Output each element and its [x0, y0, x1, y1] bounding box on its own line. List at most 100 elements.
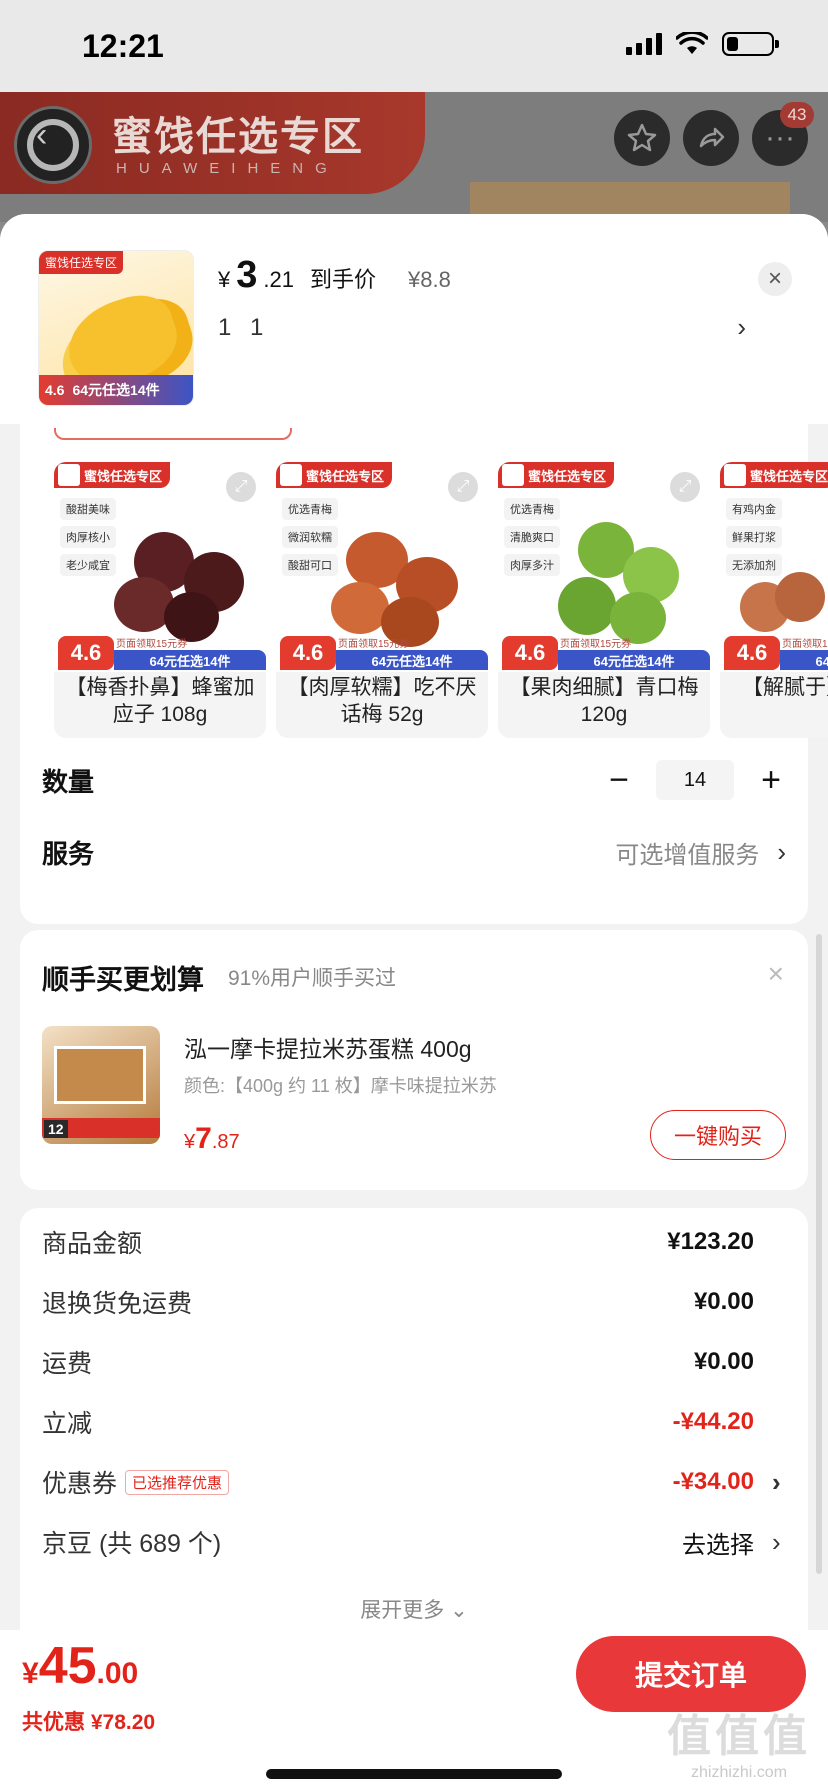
expand-icon[interactable]: ⤢	[226, 472, 256, 502]
increase-button[interactable]: +	[756, 761, 786, 800]
variant-tag: 蜜饯任选专区	[720, 462, 828, 488]
variant-tag: 蜜饯任选专区	[498, 462, 615, 488]
battery-icon	[722, 32, 779, 56]
banner-subtitle: HUAWEIHENG	[116, 160, 339, 177]
service-label: 服务	[42, 839, 95, 869]
service-row[interactable]: 服务 可选增值服务 ›	[42, 834, 786, 871]
chevron-right-icon: ›	[772, 1526, 781, 1557]
share-button[interactable]	[683, 110, 739, 166]
price-integer: 3	[236, 254, 258, 296]
thumbnail-tag: 蜜饯任选专区	[39, 251, 124, 274]
one-click-buy-button[interactable]: 一键购买	[650, 1110, 786, 1160]
coupon-badge: 已选推荐优惠	[125, 1469, 230, 1495]
variant-feature: 优选青梅	[504, 498, 560, 520]
expand-more-button[interactable]: 展开更多 ⌄	[20, 1594, 808, 1624]
thumbnail-score: 4.6	[45, 382, 65, 398]
summary-value: 去选择 ›	[682, 1525, 786, 1560]
variant-name: 【肉厚软糯】吃不厌话梅 52g	[287, 676, 477, 726]
chevron-right-icon[interactable]: ›	[737, 312, 746, 343]
upsell-thumbnail[interactable]: 12	[42, 1026, 160, 1144]
summary-label: 优惠券 已选推荐优惠	[42, 1464, 230, 1500]
summary-row: 退换货免运费 ¥0.00	[42, 1282, 786, 1322]
total-price: ¥ 45 .00	[22, 1637, 139, 1695]
more-button[interactable]: ··· 43	[752, 102, 814, 166]
close-icon[interactable]: ×	[768, 958, 784, 990]
summary-row: 立减 -¥44.20	[42, 1402, 786, 1442]
variant-card[interactable]: 蜜饯任选专区 有鸡内金 鲜果打浆 无添加剂 页面领取15元券 4.6 64元任选…	[720, 462, 828, 738]
summary-value: -¥34.00 ›	[673, 1467, 786, 1498]
more-icon: ···	[765, 121, 795, 154]
expand-icon[interactable]: ⤢	[448, 472, 478, 502]
variant-feature: 老少咸宜	[60, 554, 116, 576]
summary-value: ¥0.00	[693, 1348, 754, 1375]
summary-row: 商品金额 ¥123.20	[42, 1222, 786, 1262]
variant-rating: 页面领取15元券 4.6 64元任选14件	[276, 634, 488, 672]
variant-rating: 页面领取15元券 4.6 64元任选14件	[54, 634, 266, 672]
variant-card[interactable]: 蜜饯任选专区 优选青梅 微润软糯 酸甜可口 ⤢ 页面领取15元券 4.6 64元…	[276, 462, 488, 738]
quantity-label: 数量	[42, 766, 95, 797]
price-label: 到手价	[309, 267, 376, 292]
price-decimal: .21	[263, 267, 294, 292]
summary-row: 运费 ¥0.00	[42, 1342, 786, 1382]
variant-feature: 有鸡内金	[726, 498, 782, 520]
store-banner: ‹ 蜜饯任选专区 HUAWEIHENG ··· 43	[0, 92, 828, 222]
variant-card[interactable]: 蜜饯任选专区 酸甜美味 肉厚核小 老少咸宜 ⤢ 页面领取15元券 4.6 64元…	[54, 462, 266, 738]
signal-icon	[626, 33, 662, 55]
expand-icon[interactable]: ⤢	[670, 472, 700, 502]
price-line: ¥ 3 .21 到手价 ¥8.8	[218, 254, 451, 297]
original-price: ¥8.8	[408, 267, 451, 292]
chevron-right-icon: ›	[772, 1466, 781, 1497]
variant-rating: 页面领取15元券 4.6 64元任选14件	[498, 634, 710, 672]
battery-level	[727, 37, 738, 51]
product-thumbnail[interactable]: 蜜饯任选专区 4.6 64元任选14件	[38, 250, 194, 406]
status-icons	[626, 32, 779, 56]
variant-feature: 肉厚多汁	[504, 554, 560, 576]
variant-name: 【梅香扑鼻】蜂蜜加应子 108g	[65, 676, 255, 726]
banner-title: 蜜饯任选专区	[112, 115, 364, 159]
variant-feature: 鲜果打浆	[726, 526, 782, 548]
upsell-price: ¥ 7 .87	[184, 1122, 240, 1155]
upsell-thumb-count: 12	[44, 1120, 68, 1138]
variant-feature: 酸甜美味	[60, 498, 116, 520]
variant-card[interactable]: 蜜饯任选专区 优选青梅 清脆爽口 肉厚多汁 ⤢ 页面领取15元券 4.6 64元…	[498, 462, 710, 738]
home-indicator[interactable]	[266, 1769, 562, 1779]
watermark: 值值值 zhizhizhi.com	[667, 1712, 811, 1781]
variant-name: 【解腻于】金山楂	[742, 676, 828, 699]
summary-label: 运费	[42, 1350, 93, 1378]
variant-rating: 页面领取15元券 4.6 64元任选14件	[720, 634, 828, 672]
summary-label: 京豆 (共 689 个)	[42, 1530, 222, 1558]
thumbnail-rating: 4.6 64元任选14件	[39, 375, 193, 405]
decrease-button[interactable]: −	[604, 761, 634, 800]
summary-label: 退换货免运费	[42, 1290, 193, 1318]
service-value: 可选增值服务	[615, 842, 760, 869]
price-currency: ¥	[218, 267, 231, 292]
variant-feature: 微润软糯	[282, 526, 338, 548]
store-avatar	[14, 106, 92, 184]
share-icon	[699, 127, 725, 148]
variant-name: 【果肉细腻】青口梅 120g	[509, 676, 699, 726]
summary-row[interactable]: 京豆 (共 689 个) 去选择 ›	[42, 1522, 786, 1562]
variant-image: 蜜饯任选专区 优选青梅 清脆爽口 肉厚多汁 ⤢ 页面领取15元券 4.6 64元…	[498, 462, 710, 672]
variant-feature: 酸甜可口	[282, 554, 338, 576]
selected-spec[interactable]: 1 1	[218, 314, 269, 342]
variant-tag: 蜜饯任选专区	[54, 462, 171, 488]
variant-image: 蜜饯任选专区 有鸡内金 鲜果打浆 无添加剂 页面领取15元券 4.6 64元任选…	[720, 462, 828, 672]
status-time: 12:21	[82, 28, 164, 64]
variant-feature: 无添加剂	[726, 554, 782, 576]
variant-tag: 蜜饯任选专区	[276, 462, 393, 488]
upsell-title: 顺手买更划算	[42, 965, 204, 995]
upsell-product-name[interactable]: 泓一摩卡提拉米苏蛋糕 400g	[184, 1030, 472, 1064]
scrollbar[interactable]	[816, 934, 822, 1574]
summary-row[interactable]: 优惠券 已选推荐优惠 -¥34.00 ›	[42, 1462, 786, 1502]
close-icon[interactable]: ×	[758, 262, 792, 296]
quantity-input[interactable]: 14	[656, 760, 734, 800]
variant-feature: 肉厚核小	[60, 526, 116, 548]
variant-image: 蜜饯任选专区 酸甜美味 肉厚核小 老少咸宜 ⤢ 页面领取15元券 4.6 64元…	[54, 462, 266, 672]
favorite-button[interactable]	[614, 110, 670, 166]
thumbnail-promo: 64元任选14件	[72, 382, 160, 398]
upsell-card: 顺手买更划算 91%用户顺手买过 × 12 泓一摩卡提拉米苏蛋糕 400g 颜色…	[20, 930, 808, 1190]
total-saved: 共优惠 ¥78.20	[22, 1711, 156, 1734]
back-icon[interactable]: ‹	[36, 116, 47, 155]
variant-feature: 优选青梅	[282, 498, 338, 520]
quantity-stepper: − 14 +	[604, 760, 786, 800]
